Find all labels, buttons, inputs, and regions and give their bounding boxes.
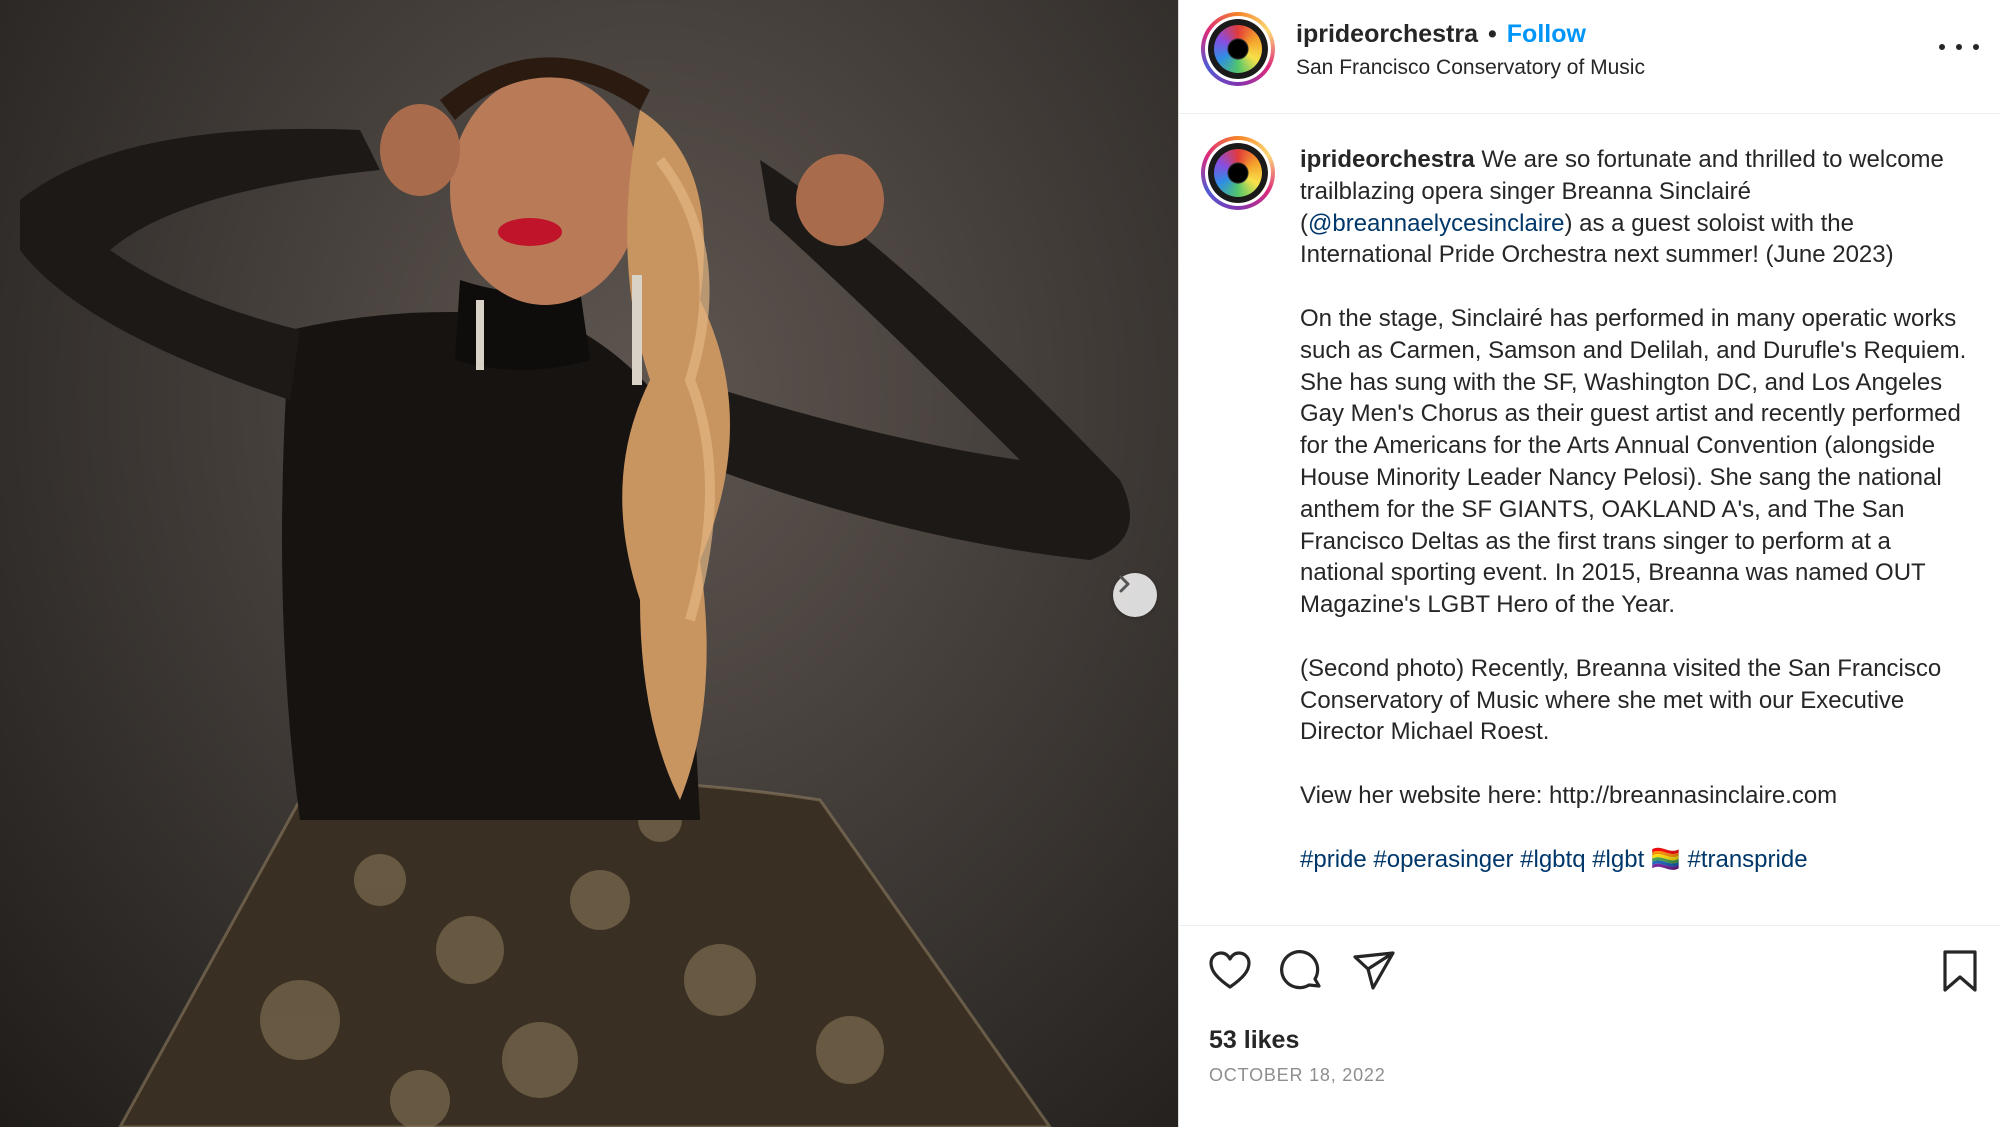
next-photo-button[interactable] bbox=[1113, 573, 1157, 617]
separator-dot: • bbox=[1488, 20, 1497, 48]
share-icon[interactable] bbox=[1351, 948, 1397, 994]
location-link[interactable]: San Francisco Conservatory of Music bbox=[1296, 56, 1645, 80]
bookmark-icon[interactable] bbox=[1937, 948, 1983, 994]
mention-link[interactable]: @breannaelycesinclaire bbox=[1308, 210, 1565, 237]
caption-paragraph-3: (Second photo) Recently, Breanna visited… bbox=[1300, 654, 1942, 746]
photo-illustration bbox=[20, 57, 1130, 1127]
caption-hashtags[interactable]: #pride #operasinger #lgbtq #lgbt 🏳️‍🌈 #t… bbox=[1300, 844, 1980, 876]
post-header: iprideorchestra • Follow San Francisco C… bbox=[1179, 0, 2000, 114]
caption-area: iprideorchestra We are so fortunate and … bbox=[1179, 114, 2000, 925]
likes-count[interactable]: 53 likes bbox=[1209, 1026, 1299, 1055]
more-options-icon[interactable] bbox=[1939, 32, 1979, 62]
header-username[interactable]: iprideorchestra bbox=[1296, 20, 1478, 49]
caption-text: iprideorchestra We are so fortunate and … bbox=[1300, 144, 1980, 907]
post-actions: 53 likes OCTOBER 18, 2022 bbox=[1179, 925, 2000, 1127]
caption-username[interactable]: iprideorchestra bbox=[1300, 146, 1475, 173]
avatar-image bbox=[1208, 19, 1268, 79]
caption-paragraph-4: View her website here: http://breannasin… bbox=[1300, 781, 1838, 809]
avatar[interactable] bbox=[1201, 12, 1275, 86]
heart-icon[interactable] bbox=[1207, 948, 1253, 994]
post-photo bbox=[0, 0, 1178, 1127]
caption-paragraph-1: iprideorchestra We are so fortunate and … bbox=[1300, 146, 1944, 269]
caption-paragraph-2: On the stage, Sinclairé has performed in… bbox=[1300, 304, 1967, 619]
caption-avatar[interactable] bbox=[1201, 136, 1275, 210]
post-side-panel: iprideorchestra • Follow San Francisco C… bbox=[1178, 0, 2000, 1127]
follow-button[interactable]: Follow bbox=[1507, 20, 1586, 49]
post-date[interactable]: OCTOBER 18, 2022 bbox=[1209, 1065, 1386, 1086]
comment-icon[interactable] bbox=[1279, 948, 1325, 994]
avatar-image bbox=[1208, 143, 1268, 203]
